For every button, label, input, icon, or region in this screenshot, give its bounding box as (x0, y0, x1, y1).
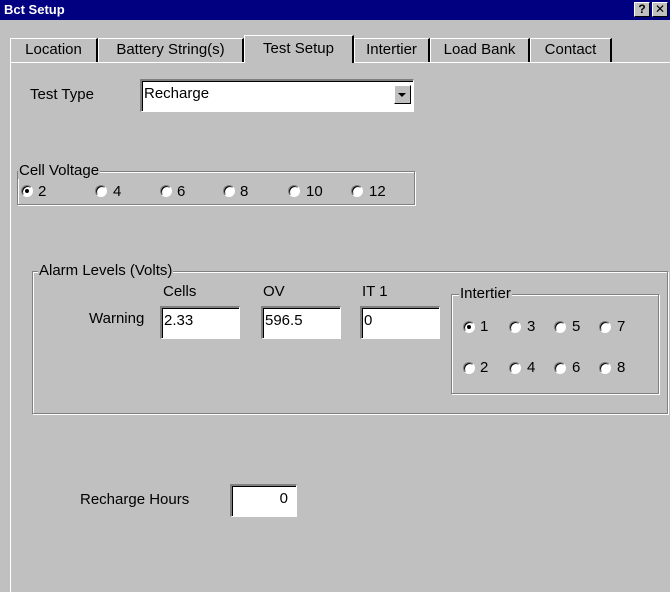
intertier-radio-2[interactable] (463, 362, 475, 374)
intertier-radio-4[interactable] (509, 362, 521, 374)
dropdown-arrow-icon[interactable] (394, 85, 411, 104)
test-type-select[interactable]: Recharge (140, 79, 414, 112)
intertier-group (451, 294, 659, 394)
warning-cells-input[interactable]: 2.33 (160, 306, 240, 339)
cell-voltage-radio-12[interactable] (351, 185, 363, 197)
cell-voltage-option-4: 4 (113, 183, 122, 200)
intertier-option-5: 5 (572, 318, 581, 335)
recharge-hours-label: Recharge Hours (80, 491, 190, 508)
intertier-radio-1[interactable] (463, 321, 475, 333)
test-type-value: Recharge (144, 85, 210, 102)
cell-voltage-option-12: 12 (369, 183, 386, 200)
cell-voltage-radio-8[interactable] (223, 185, 235, 197)
tab-load-bank[interactable]: Load Bank (430, 38, 530, 62)
intertier-radio-3[interactable] (509, 321, 521, 333)
tab-test-setup[interactable]: Test Setup (244, 35, 354, 63)
cell-voltage-option-8: 8 (240, 183, 249, 200)
tab-location[interactable]: Location (10, 38, 98, 62)
tab-intertier[interactable]: Intertier (354, 38, 430, 62)
title-bar: Bct Setup ? ✕ (0, 0, 670, 20)
intertier-option-7: 7 (617, 318, 626, 335)
cell-voltage-radio-6[interactable] (160, 185, 172, 197)
intertier-radio-7[interactable] (599, 321, 611, 333)
cell-voltage-label: Cell Voltage (18, 162, 101, 179)
recharge-hours-input[interactable]: 0 (230, 484, 297, 517)
tab-contact[interactable]: Contact (530, 38, 612, 62)
intertier-label: Intertier (459, 285, 512, 302)
setup-window: Bct Setup ? ✕ Location Battery String(s)… (0, 0, 670, 592)
cell-voltage-radio-2[interactable] (21, 185, 33, 197)
intertier-option-3: 3 (527, 318, 536, 335)
cell-voltage-option-2: 2 (38, 183, 47, 200)
cell-voltage-radio-10[interactable] (288, 185, 300, 197)
warning-ov-input[interactable]: 596.5 (261, 306, 341, 339)
cell-voltage-option-10: 10 (306, 183, 323, 200)
cell-voltage-radio-4[interactable] (95, 185, 107, 197)
alarm-levels-label: Alarm Levels (Volts) (38, 262, 174, 279)
window-title: Bct Setup (4, 2, 65, 17)
intertier-radio-6[interactable] (554, 362, 566, 374)
close-button[interactable]: ✕ (652, 2, 668, 17)
help-button[interactable]: ? (634, 2, 650, 17)
intertier-option-2: 2 (480, 359, 489, 376)
intertier-radio-5[interactable] (554, 321, 566, 333)
cells-header: Cells (163, 283, 197, 300)
intertier-option-8: 8 (617, 359, 626, 376)
intertier-option-4: 4 (527, 359, 536, 376)
warning-it1-input[interactable]: 0 (360, 306, 440, 339)
intertier-option-1: 1 (480, 318, 489, 335)
cell-voltage-option-6: 6 (177, 183, 186, 200)
warning-label: Warning (89, 310, 145, 327)
it1-header: IT 1 (362, 283, 388, 300)
test-type-label: Test Type (30, 86, 94, 103)
intertier-radio-8[interactable] (599, 362, 611, 374)
ov-header: OV (263, 283, 285, 300)
intertier-option-6: 6 (572, 359, 581, 376)
tab-battery-strings[interactable]: Battery String(s) (98, 38, 244, 62)
